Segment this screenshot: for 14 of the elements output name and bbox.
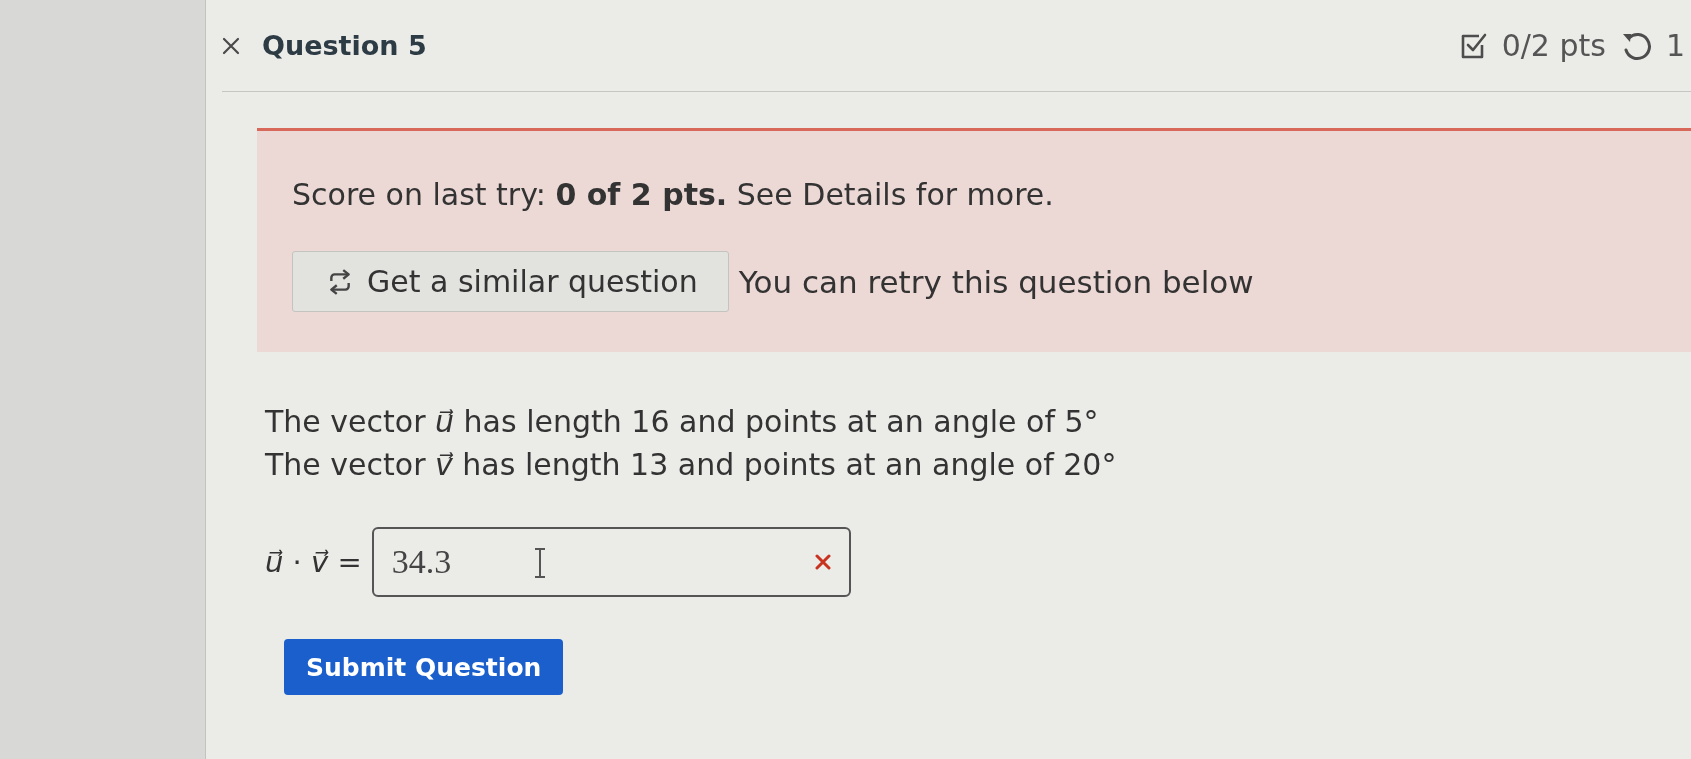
answer-label: u⃗ · v⃗ = (265, 545, 362, 579)
text-cursor-icon (532, 548, 547, 578)
question-text: The vector u⃗ has length 16 and points at an angle of 5° (265, 403, 1100, 441)
loop-arrows-icon (327, 268, 353, 295)
checked-box-icon (1459, 31, 1488, 60)
answer-field[interactable]: 34.3 (371, 527, 851, 597)
score-text: Score on last try: 0 of 2 pts. See Details for more. (292, 176, 1055, 214)
submit-button[interactable]: Submit Question (284, 639, 564, 695)
similar-question-button[interactable]: Get a similar question (292, 251, 729, 312)
retry-note: You can retry this question below (738, 263, 1254, 300)
attempts-count: 1 (1665, 28, 1685, 63)
question-text: The vector v⃗ has length 13 and points at an angle of 20° (265, 446, 1118, 484)
question-title: Question 5 (262, 30, 427, 61)
points-label: 0/2 pts (1501, 28, 1606, 63)
